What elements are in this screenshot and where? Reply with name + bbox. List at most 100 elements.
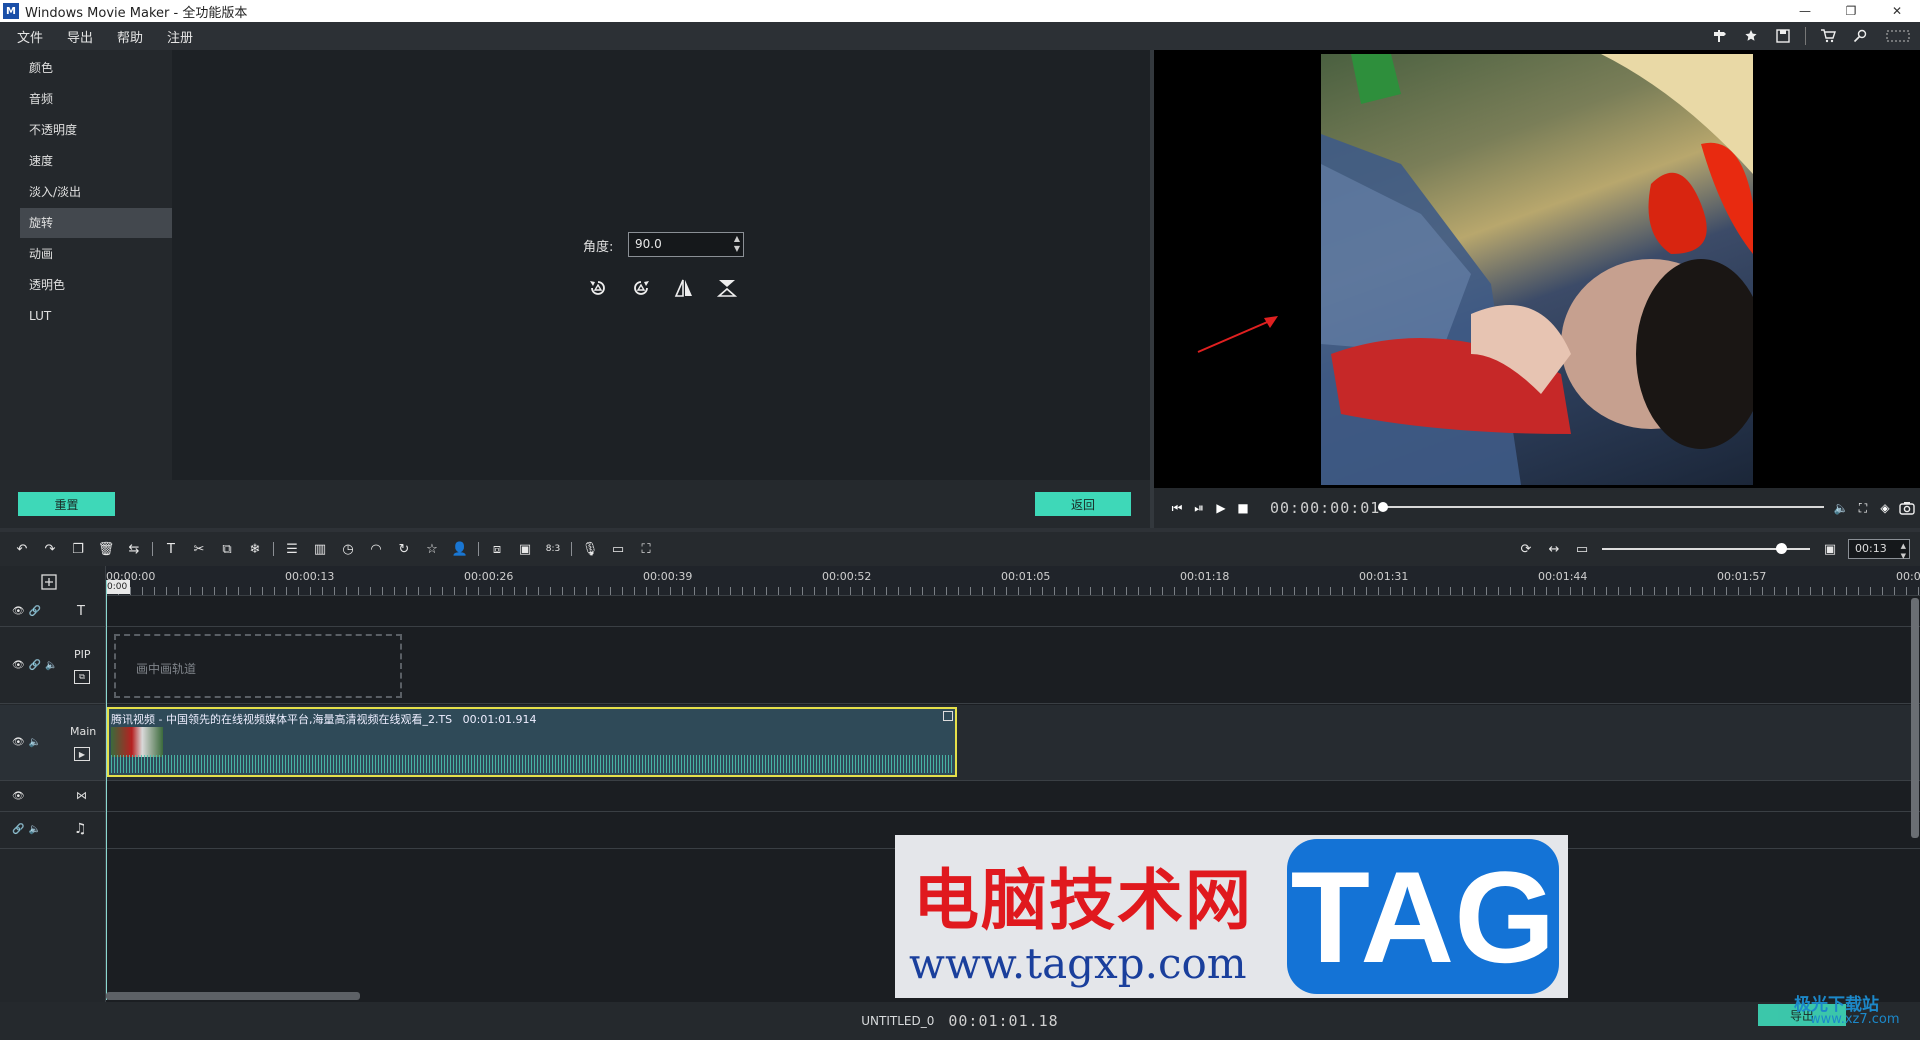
split-icon[interactable]: ⧉ [213, 535, 241, 563]
menu-file[interactable]: 文件 [5, 27, 55, 46]
zoom-handle[interactable] [1775, 543, 1787, 554]
redo-icon[interactable]: ↷ [36, 535, 64, 563]
snapshot-icon[interactable] [1896, 497, 1918, 519]
clip-menu-icon[interactable] [943, 711, 953, 721]
link-icon[interactable]: 🔗 [29, 606, 41, 617]
sidebar-item-audio[interactable]: 音频 [20, 84, 172, 114]
eye-icon[interactable]: 👁 [12, 660, 25, 671]
eye-icon[interactable]: 👁 [12, 606, 25, 617]
zoom-slider[interactable] [1602, 543, 1810, 554]
signpost-icon[interactable] [1703, 22, 1735, 50]
link-icon[interactable]: 🔗 [29, 660, 41, 671]
close-button[interactable]: ✕ [1874, 0, 1920, 22]
refresh-icon[interactable]: ⟳ [1512, 535, 1540, 563]
person-icon[interactable]: 👤 [446, 535, 474, 563]
minimize-button[interactable]: — [1782, 0, 1828, 22]
seek-handle[interactable] [1378, 502, 1388, 512]
flip-vertical-button[interactable] [713, 274, 741, 302]
freeze-icon[interactable]: ❄ [241, 535, 269, 563]
speaker-icon[interactable]: 🔈 [45, 660, 57, 671]
music-track-header: 🔗 🔈 ♫ [0, 813, 106, 848]
zoom-spinner[interactable]: ▲ ▼ [1901, 541, 1906, 561]
fit-width-icon[interactable]: ↔ [1540, 535, 1568, 563]
columns-icon[interactable]: ▥ [306, 535, 334, 563]
menu-export[interactable]: 导出 [55, 27, 105, 46]
rotate-clip-icon[interactable]: ↻ [390, 535, 418, 563]
effects-star-icon[interactable] [1735, 22, 1767, 50]
link-icon[interactable]: 🔗 [12, 824, 24, 835]
clip-thumbnail [111, 727, 163, 757]
time-ruler[interactable]: 00:0 0:00 00:00:13 00:00:26 00:00:39 00:0… [106, 566, 1920, 596]
align-icon[interactable]: ☰ [278, 535, 306, 563]
audio-waveform [111, 755, 953, 773]
ruler-label: 00:0 [1896, 570, 1920, 583]
timeline-h-scrollbar[interactable] [106, 992, 360, 1000]
add-track-icon[interactable] [40, 573, 58, 591]
speaker-icon[interactable]: 🔈 [29, 737, 41, 748]
playhead-flag[interactable]: 0:00 [106, 580, 130, 594]
delete-icon[interactable]: 🗑 [92, 535, 120, 563]
cart-icon[interactable] [1812, 22, 1844, 50]
sidebar-item-opacity[interactable]: 不透明度 [20, 115, 172, 145]
volume-icon[interactable]: 🔈 [1830, 497, 1852, 519]
sidebar-item-chroma[interactable]: 透明色 [20, 270, 172, 300]
angle-spinner[interactable]: ▲ ▼ [734, 234, 740, 254]
ruler-label: 00:00:39 [643, 570, 693, 583]
zoom-in-icon[interactable]: ▣ [1816, 535, 1844, 563]
rotate-left-button[interactable] [584, 274, 612, 302]
effect-star-icon[interactable]: ☆ [418, 535, 446, 563]
playhead-line[interactable] [106, 580, 107, 1000]
undo-icon[interactable]: ↶ [8, 535, 36, 563]
key-icon[interactable] [1844, 22, 1876, 50]
video-clip[interactable]: 腾讯视频 - 中国领先的在线视频媒体平台,海量高清视频在线观看_2.TS 00:… [107, 707, 957, 777]
timeline-v-scrollbar[interactable] [1911, 598, 1919, 838]
sidebar-item-color[interactable]: 颜色 [20, 53, 172, 83]
zoom-input[interactable]: 00:13 ▲ ▼ [1848, 539, 1910, 561]
color-fill-icon[interactable]: ◈ [1874, 497, 1896, 519]
crop-icon[interactable]: ⧈ [483, 535, 511, 563]
menu-register[interactable]: 注册 [155, 27, 205, 46]
pip-icon: ⧉ [74, 670, 90, 684]
step-play-icon[interactable]: ⏯ [1188, 497, 1210, 519]
watermark-cn-text: 电脑技术网 [913, 861, 1253, 939]
reset-button[interactable]: 重置 [18, 492, 115, 516]
prev-frame-icon[interactable]: ⏮ [1166, 497, 1188, 519]
eye-icon[interactable]: 👁 [12, 791, 25, 802]
cut-icon[interactable]: ✂ [185, 535, 213, 563]
toolbar-separator [273, 542, 274, 556]
speed-clock-icon[interactable]: ◷ [334, 535, 362, 563]
mic-icon[interactable]: 🎙 [576, 535, 604, 563]
fullscreen-icon[interactable]: ⛶ [1852, 497, 1874, 519]
flip-horizontal-button[interactable] [670, 274, 698, 302]
save-icon[interactable] [1767, 22, 1799, 50]
replace-icon[interactable]: ⇆ [120, 535, 148, 563]
counter-icon[interactable]: 8:3 [539, 535, 567, 563]
sidebar-item-animation[interactable]: 动画 [20, 239, 172, 269]
sidebar-item-speed[interactable]: 速度 [20, 146, 172, 176]
track-toggles: 👁 🔈 [12, 737, 41, 748]
speaker-icon[interactable]: 🔈 [28, 824, 40, 835]
stop-icon[interactable]: ■ [1232, 497, 1254, 519]
toolbar-separator [152, 542, 153, 556]
play-icon[interactable]: ▶ [1210, 497, 1232, 519]
maximize-button[interactable]: ❐ [1828, 0, 1874, 22]
angle-input[interactable]: 90.0 ▲ ▼ [628, 232, 744, 257]
capture-icon[interactable]: ⛶ [632, 535, 660, 563]
text-icon[interactable]: T [157, 535, 185, 563]
eye-icon[interactable]: 👁 [12, 737, 25, 748]
rotate-right-button[interactable] [627, 274, 655, 302]
ruler-label: 00:01:57 [1717, 570, 1767, 583]
pip-drop-zone[interactable]: 画中画轨道 [114, 634, 402, 698]
back-button[interactable]: 返回 [1035, 492, 1131, 516]
sidebar-item-fade[interactable]: 淡入/淡出 [20, 177, 172, 207]
record-screen-icon[interactable]: ▭ [604, 535, 632, 563]
sidebar-item-lut[interactable]: LUT [20, 301, 172, 331]
seek-bar[interactable] [1380, 506, 1824, 508]
menu-help[interactable]: 帮助 [105, 27, 155, 46]
curve-icon[interactable]: ◠ [362, 535, 390, 563]
aspect-ratio-icon[interactable] [1876, 22, 1920, 50]
copy-icon[interactable]: ❐ [64, 535, 92, 563]
zoom-out-icon[interactable]: ▭ [1568, 535, 1596, 563]
mosaic-icon[interactable]: ▣ [511, 535, 539, 563]
sidebar-item-rotate[interactable]: 旋转 [20, 208, 172, 238]
